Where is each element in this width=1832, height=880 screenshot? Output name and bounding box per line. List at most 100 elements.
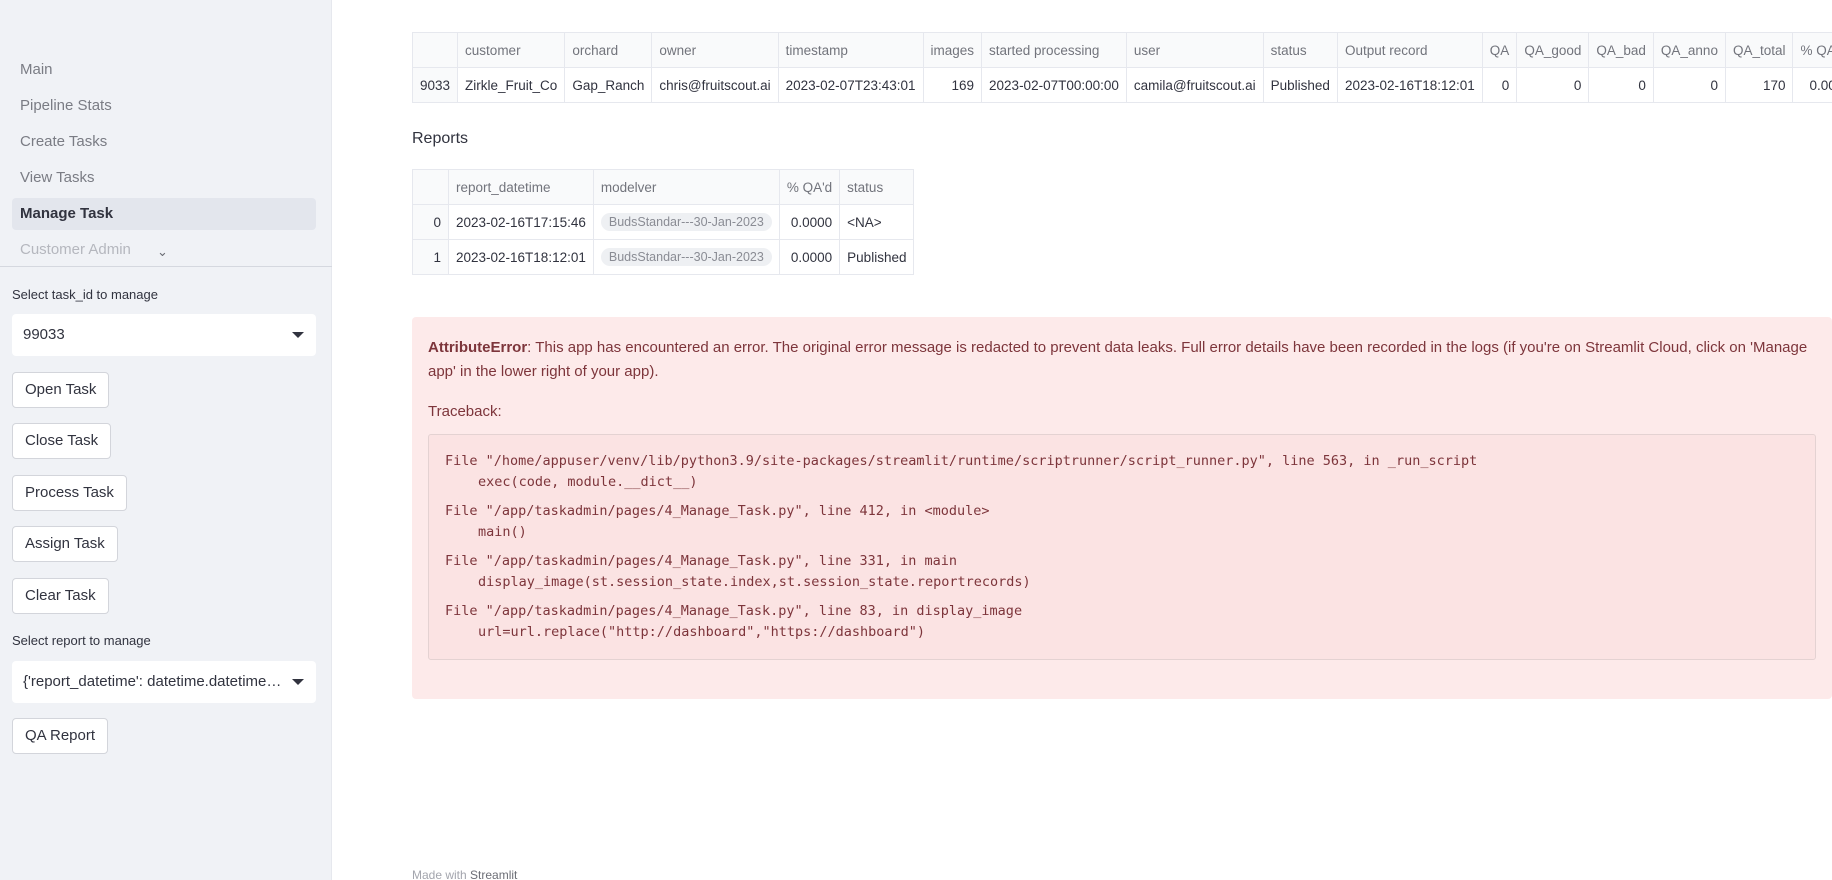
process-task-button[interactable]: Process Task — [12, 475, 127, 511]
table-cell: 170 — [1724, 67, 1794, 103]
traceback-code-line: display_image(st.session_state.index,st.… — [478, 574, 1031, 590]
table-cell: BudsStandar---30-Jan-2023 — [592, 239, 780, 275]
column-header[interactable]: % QA — [1792, 32, 1832, 68]
sidebar-divider — [0, 266, 332, 267]
report-select-value: {'report_datetime': datetime.datetime(20… — [23, 673, 283, 690]
column-header[interactable]: QA_anno — [1652, 32, 1726, 68]
column-header[interactable]: QA_total — [1724, 32, 1794, 68]
column-header — [411, 32, 459, 68]
column-header[interactable]: started processing — [981, 32, 1127, 68]
table-cell: 0 — [1588, 67, 1654, 103]
table-cell: 9033 — [411, 67, 459, 103]
table-cell: 0.0000 — [778, 204, 841, 240]
table-cell: Zirkle_Fruit_Co — [457, 67, 566, 103]
traceback-file-line: File "/home/appuser/venv/lib/python3.9/s… — [445, 453, 1478, 469]
table-row: 9033 Zirkle_Fruit_Co Gap_Ranch chris@fru… — [411, 67, 1832, 103]
close-task-button[interactable]: Close Task — [12, 423, 112, 459]
traceback-label: Traceback: — [428, 403, 502, 420]
error-message: AttributeError: This app has encountered… — [428, 336, 1816, 384]
table-cell: 2023-02-16T17:15:46 — [448, 204, 594, 240]
sidebar: Main Pipeline Stats Create Tasks View Ta… — [0, 0, 332, 880]
task-select-label: Select task_id to manage — [12, 287, 158, 302]
column-header[interactable]: QA — [1481, 32, 1518, 68]
report-select[interactable]: {'report_datetime': datetime.datetime(20… — [12, 661, 316, 703]
sidebar-nav: Main Pipeline Stats Create Tasks View Ta… — [12, 54, 316, 260]
table-row: 1 2023-02-16T18:12:01 BudsStandar---30-J… — [412, 239, 915, 275]
column-header[interactable]: report_datetime — [448, 169, 594, 205]
table-cell: <NA> — [839, 204, 915, 240]
task-id-select[interactable]: 99033 — [12, 314, 316, 356]
traceback-frame: File "/app/taskadmin/pages/4_Manage_Task… — [445, 551, 1799, 593]
table-cell: Published — [839, 239, 915, 275]
table-cell: 0.0000 — [778, 239, 841, 275]
task-table[interactable]: customer orchard owner timestamp images … — [411, 32, 1832, 103]
caret-down-icon — [292, 679, 304, 685]
table-cell: 0.00 — [1792, 67, 1832, 103]
table-cell: chris@fruitscout.ai — [651, 67, 779, 103]
report-select-label: Select report to manage — [12, 633, 151, 648]
error-type: AttributeError — [428, 339, 528, 356]
traceback-frame: File "/app/taskadmin/pages/4_Manage_Task… — [445, 501, 1799, 543]
table-cell: 0 — [1481, 67, 1518, 103]
table-cell: 0 — [1652, 67, 1726, 103]
streamlit-link[interactable]: Streamlit — [470, 868, 517, 880]
sidebar-item-view-tasks[interactable]: View Tasks — [12, 162, 316, 194]
traceback-file-line: File "/app/taskadmin/pages/4_Manage_Task… — [445, 503, 990, 519]
table-row: 0 2023-02-16T17:15:46 BudsStandar---30-J… — [412, 204, 915, 240]
table-cell: 2023-02-16T18:12:01 — [448, 239, 594, 275]
column-header[interactable]: timestamp — [777, 32, 924, 68]
table-cell: camila@fruitscout.ai — [1125, 67, 1264, 103]
sidebar-item-main[interactable]: Main — [12, 54, 316, 86]
main-content: customer orchard owner timestamp images … — [332, 0, 1832, 880]
chevron-down-icon[interactable]: ⌄ — [157, 244, 168, 260]
table-cell: 169 — [922, 67, 983, 103]
table-cell: 0 — [412, 204, 449, 240]
task-id-select-value: 99033 — [23, 326, 65, 343]
column-header[interactable]: QA_good — [1516, 32, 1590, 68]
column-header[interactable]: user — [1125, 32, 1264, 68]
column-header[interactable]: % QA'd — [778, 169, 841, 205]
column-header[interactable]: modelver — [592, 169, 780, 205]
clear-task-button[interactable]: Clear Task — [12, 578, 109, 614]
reports-heading: Reports — [412, 130, 469, 147]
error-text: : This app has encountered an error. The… — [428, 339, 1808, 380]
traceback-file-line: File "/app/taskadmin/pages/4_Manage_Task… — [445, 603, 1023, 619]
traceback-file-line: File "/app/taskadmin/pages/4_Manage_Task… — [445, 553, 958, 569]
column-header[interactable]: QA_bad — [1588, 32, 1654, 68]
table-cell: BudsStandar---30-Jan-2023 — [592, 204, 780, 240]
traceback-frame: File "/app/taskadmin/pages/4_Manage_Task… — [445, 601, 1799, 643]
assign-task-button[interactable]: Assign Task — [12, 526, 118, 562]
column-header[interactable]: owner — [651, 32, 779, 68]
sidebar-item-manage-task[interactable]: Manage Task — [12, 198, 316, 230]
table-cell: 2023-02-07T23:43:01 — [777, 67, 924, 103]
reports-table[interactable]: report_datetime modelver % QA'd status 0… — [412, 169, 915, 275]
traceback-block: File "/home/appuser/venv/lib/python3.9/s… — [428, 434, 1816, 660]
traceback-code-line: main() — [478, 524, 527, 540]
traceback-code-line: exec(code, module.__dict__) — [478, 474, 698, 490]
sidebar-item-create-tasks[interactable]: Create Tasks — [12, 126, 316, 158]
column-header — [412, 169, 449, 205]
table-cell: 2023-02-07T00:00:00 — [981, 67, 1127, 103]
caret-down-icon — [292, 332, 304, 338]
column-header[interactable]: customer — [457, 32, 566, 68]
column-header[interactable]: status — [839, 169, 915, 205]
table-cell: 0 — [1516, 67, 1590, 103]
modelver-tag: BudsStandar---30-Jan-2023 — [600, 248, 772, 266]
qa-report-button[interactable]: QA Report — [12, 718, 109, 754]
footer-prefix: Made with — [412, 868, 471, 880]
footer: Made with Streamlit — [412, 868, 517, 880]
table-header-row: report_datetime modelver % QA'd status — [412, 169, 915, 205]
traceback-frame: File "/home/appuser/venv/lib/python3.9/s… — [445, 451, 1799, 493]
table-cell: 1 — [412, 239, 449, 275]
column-header[interactable]: images — [922, 32, 983, 68]
table-cell: Gap_Ranch — [564, 67, 653, 103]
sidebar-item-pipeline-stats[interactable]: Pipeline Stats — [12, 90, 316, 122]
column-header[interactable]: Output record — [1336, 32, 1483, 68]
column-header[interactable]: orchard — [564, 32, 653, 68]
traceback-code-line: url=url.replace("http://dashboard","http… — [478, 624, 926, 640]
column-header[interactable]: status — [1262, 32, 1338, 68]
open-task-button[interactable]: Open Task — [12, 372, 110, 408]
table-cell: Published — [1262, 67, 1338, 103]
table-header-row: customer orchard owner timestamp images … — [411, 32, 1832, 68]
modelver-tag: BudsStandar---30-Jan-2023 — [600, 213, 772, 231]
